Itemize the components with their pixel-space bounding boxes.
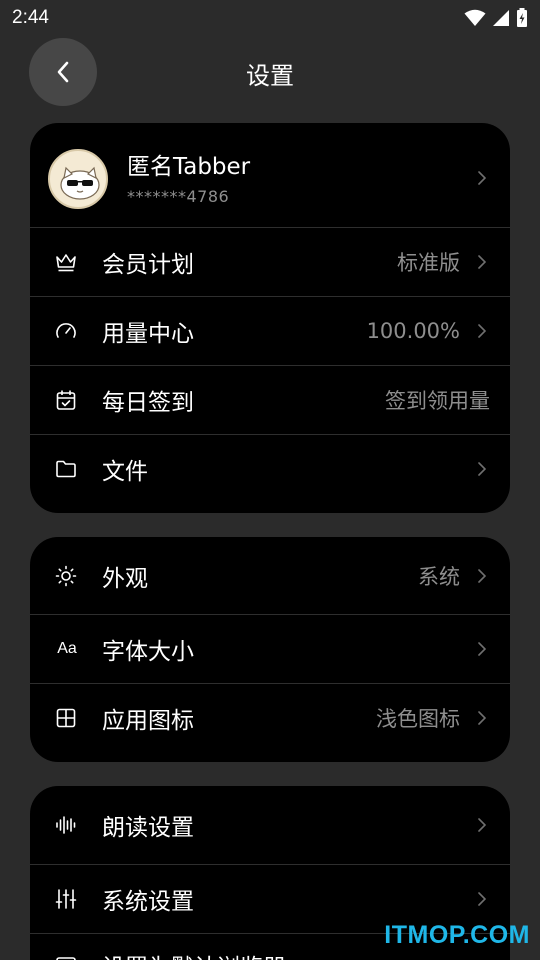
menu-row-app-icon[interactable]: 应用图标 浅色图标 — [30, 683, 510, 752]
chevron-right-icon — [476, 322, 488, 340]
chevron-right-icon — [476, 253, 488, 271]
page-title: 设置 — [246, 62, 294, 90]
cat-with-sunglasses-avatar — [60, 166, 100, 200]
menu-row-membership[interactable]: 会员计划 标准版 — [30, 227, 510, 296]
status-time: 2:44 — [12, 7, 49, 28]
profile-account: *******4786 — [127, 187, 230, 206]
menu-row-usage[interactable]: 用量中心 100.00% — [30, 296, 510, 365]
row-label: 设置为默认浏览器 — [102, 948, 286, 960]
row-label: 字体大小 — [102, 639, 194, 665]
avatar — [48, 149, 108, 209]
audio-wave-icon — [54, 813, 78, 837]
nav-header: 设置 — [0, 36, 540, 108]
row-label: 用量中心 — [102, 321, 194, 347]
row-value: 100.00% — [366, 319, 460, 343]
menu-row-appearance[interactable]: 外观 系统 — [30, 537, 510, 614]
sun-icon — [54, 564, 78, 588]
font-size-icon: Aa — [52, 637, 82, 661]
menu-row-read-aloud[interactable]: 朗读设置 — [30, 786, 510, 864]
profile-row[interactable]: 匿名Tabber *******4786 — [30, 123, 510, 227]
calendar-check-icon — [54, 388, 78, 412]
chevron-right-icon — [476, 460, 488, 478]
row-value: 浅色图标 — [376, 707, 460, 731]
status-bar: 2:44 — [0, 0, 540, 36]
profile-name: 匿名Tabber — [127, 154, 251, 180]
row-value: 系统 — [418, 564, 460, 589]
status-icons — [464, 8, 528, 28]
chevron-right-icon — [476, 890, 488, 908]
menu-row-checkin[interactable]: 每日签到 签到领用量 — [30, 365, 510, 434]
chevron-right-icon — [476, 709, 488, 727]
row-label: 朗读设置 — [102, 815, 194, 841]
account-card: 匿名Tabber *******4786 会员计划 标准版 用量中心 100.0… — [30, 123, 510, 513]
checkin-action[interactable]: 签到领用量 — [385, 385, 490, 415]
grid-icon — [54, 706, 78, 730]
row-value: 标准版 — [397, 251, 460, 275]
chevron-right-icon — [476, 567, 488, 585]
chevron-right-icon — [476, 640, 488, 658]
chevron-right-icon — [476, 169, 488, 187]
gauge-icon — [54, 319, 78, 343]
battery-charging-icon — [517, 8, 527, 27]
row-label: 文件 — [102, 459, 148, 485]
folder-icon — [54, 457, 78, 481]
browser-icon — [54, 954, 78, 960]
crown-icon — [54, 250, 78, 274]
row-label: 会员计划 — [102, 252, 194, 278]
menu-row-font-size[interactable]: Aa 字体大小 — [30, 614, 510, 683]
row-label: 外观 — [102, 565, 148, 592]
row-label: 系统设置 — [102, 889, 194, 915]
appearance-card: 外观 系统 Aa 字体大小 应用图标 浅色图标 — [30, 537, 510, 762]
signal-icon — [493, 10, 509, 26]
wifi-icon — [464, 9, 486, 26]
chevron-right-icon — [476, 816, 488, 834]
font-size-icon-text: Aa — [57, 640, 77, 657]
sliders-icon — [54, 887, 78, 911]
row-label: 应用图标 — [102, 708, 194, 734]
row-label: 每日签到 — [102, 390, 194, 416]
menu-row-files[interactable]: 文件 — [30, 434, 510, 503]
watermark: ITMOP.COM — [384, 921, 530, 949]
